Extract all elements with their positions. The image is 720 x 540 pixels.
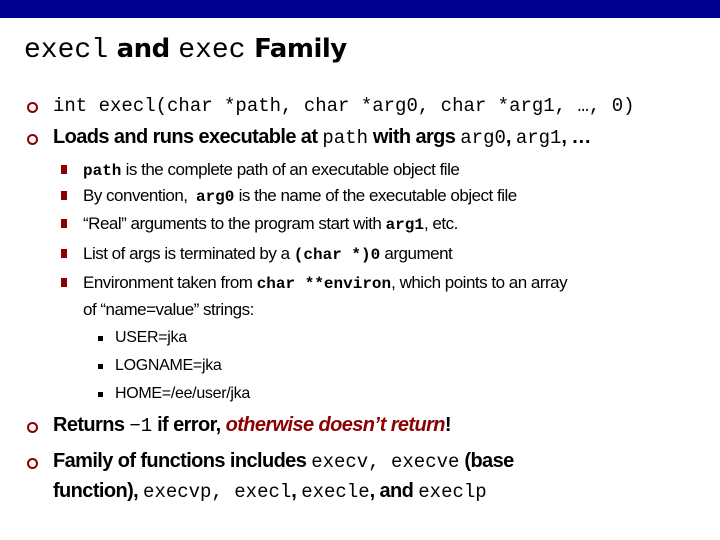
text: if error, bbox=[152, 414, 226, 436]
text: By convention, bbox=[83, 186, 196, 205]
square-bullet-icon bbox=[61, 249, 67, 258]
code-execvp-execl: execvp, execl bbox=[143, 481, 292, 503]
text: argument bbox=[380, 244, 453, 263]
text: , etc. bbox=[423, 214, 458, 233]
square-bullet-icon bbox=[61, 278, 67, 287]
circle-bullet-icon bbox=[27, 458, 38, 469]
text: List of args is terminated by a bbox=[83, 244, 294, 263]
execl-signature: int execl(char *path, char *arg0, char *… bbox=[53, 95, 635, 117]
square-bullet-icon bbox=[98, 392, 103, 397]
square-bullet-icon bbox=[61, 165, 67, 174]
text: with args bbox=[367, 126, 461, 148]
text: Environment taken from bbox=[83, 273, 257, 292]
code-minus-one: −1 bbox=[129, 415, 153, 437]
text: is the name of the executable object fil… bbox=[234, 186, 518, 205]
code-execle: execle bbox=[301, 481, 370, 503]
env-var: LOGNAME=jka bbox=[115, 357, 222, 374]
text: Loads and runs executable at bbox=[53, 126, 323, 148]
title-text-and: and bbox=[108, 34, 179, 64]
square-bullet-icon bbox=[98, 336, 103, 341]
text: function), bbox=[53, 480, 144, 502]
text: , and bbox=[369, 480, 419, 502]
square-bullet-icon bbox=[61, 191, 67, 200]
slide-title: execl and exec Family bbox=[24, 32, 347, 66]
code-arg0: arg0 bbox=[195, 188, 235, 206]
title-code-exec: exec bbox=[178, 35, 246, 66]
text: is the complete path of an executable ob… bbox=[121, 160, 460, 179]
title-code-execl: execl bbox=[24, 35, 109, 66]
circle-bullet-icon bbox=[27, 422, 38, 433]
code-path: path bbox=[322, 127, 368, 149]
text: (base bbox=[459, 450, 514, 472]
emphasis-text: otherwise doesn’t return bbox=[225, 414, 446, 436]
code-execlp: execlp bbox=[418, 481, 487, 503]
text: Family of functions includes bbox=[53, 450, 312, 472]
square-bullet-icon bbox=[61, 219, 67, 228]
code-environ: char **environ bbox=[256, 275, 392, 293]
env-var: USER=jka bbox=[115, 329, 187, 346]
code-arg0: arg0 bbox=[460, 127, 506, 149]
text: “Real” arguments to the program start wi… bbox=[83, 214, 386, 233]
code-arg1: arg1 bbox=[385, 216, 424, 234]
text: Returns bbox=[53, 414, 130, 436]
circle-bullet-icon bbox=[27, 102, 38, 113]
circle-bullet-icon bbox=[27, 134, 38, 145]
code-arg1: arg1 bbox=[515, 127, 562, 149]
title-bar bbox=[0, 0, 720, 18]
text: ! bbox=[444, 414, 452, 436]
text: , bbox=[505, 126, 516, 148]
code-path: path bbox=[83, 162, 122, 180]
code-char-null: (char *)0 bbox=[293, 246, 381, 264]
text: , which points to an array bbox=[391, 273, 568, 292]
env-var: HOME=/ee/user/jka bbox=[115, 385, 250, 402]
code-execv-execve: execv, execve bbox=[311, 451, 460, 473]
text: , … bbox=[561, 126, 591, 148]
text: , bbox=[291, 480, 302, 502]
square-bullet-icon bbox=[98, 364, 103, 369]
title-text-family: Family bbox=[245, 34, 347, 64]
text: of “name=value” strings: bbox=[83, 300, 254, 319]
